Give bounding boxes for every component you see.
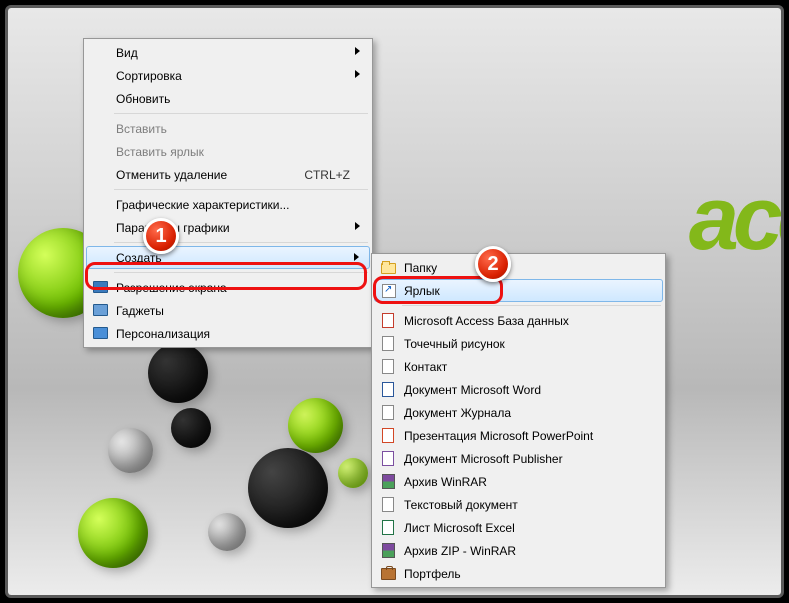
menu-label: Архив WinRAR bbox=[404, 475, 487, 489]
submenu-arrow-icon bbox=[355, 47, 360, 55]
menu-label: Документ Журнала bbox=[404, 406, 511, 420]
menu-label: Разрешение экрана bbox=[116, 281, 227, 295]
wallpaper-ball bbox=[108, 428, 153, 473]
wallpaper-ball bbox=[171, 408, 211, 448]
access-icon bbox=[380, 312, 396, 328]
menu-paste-shortcut: Вставить ярлык bbox=[86, 140, 370, 163]
wallpaper-ball bbox=[338, 458, 368, 488]
new-submenu: Папку Ярлык Microsoft Access База данных… bbox=[371, 253, 666, 588]
submenu-arrow-icon bbox=[354, 253, 359, 261]
gadgets-icon bbox=[92, 302, 108, 318]
bitmap-icon bbox=[380, 335, 396, 351]
winrar-zip-icon bbox=[380, 542, 396, 558]
new-excel-sheet[interactable]: Лист Microsoft Excel bbox=[374, 516, 663, 539]
new-contact[interactable]: Контакт bbox=[374, 355, 663, 378]
menu-label: Портфель bbox=[404, 567, 461, 581]
menu-resolution[interactable]: Разрешение экрана bbox=[86, 276, 370, 299]
step-badge-2: 2 bbox=[475, 246, 511, 282]
wallpaper-ball bbox=[208, 513, 246, 551]
step-badge-1: 1 bbox=[143, 218, 179, 254]
new-zip-archive[interactable]: Архив ZIP - WinRAR bbox=[374, 539, 663, 562]
menu-label: Точечный рисунок bbox=[404, 337, 505, 351]
new-text-document[interactable]: Текстовый документ bbox=[374, 493, 663, 516]
journal-icon bbox=[380, 404, 396, 420]
submenu-arrow-icon bbox=[355, 222, 360, 230]
menu-label: Отменить удаление bbox=[116, 168, 227, 182]
new-publisher[interactable]: Документ Microsoft Publisher bbox=[374, 447, 663, 470]
new-folder[interactable]: Папку bbox=[374, 256, 663, 279]
menu-label: Обновить bbox=[116, 92, 170, 106]
wallpaper-ball bbox=[148, 343, 208, 403]
new-word-doc[interactable]: Документ Microsoft Word bbox=[374, 378, 663, 401]
word-icon bbox=[380, 381, 396, 397]
personalize-icon bbox=[92, 325, 108, 341]
menu-label: Гаджеты bbox=[116, 304, 164, 318]
menu-label: Сортировка bbox=[116, 69, 182, 83]
menu-view[interactable]: Вид bbox=[86, 41, 370, 64]
folder-icon bbox=[380, 259, 396, 275]
menu-gadgets[interactable]: Гаджеты bbox=[86, 299, 370, 322]
wallpaper-ball bbox=[288, 398, 343, 453]
menu-label: Вставить ярлык bbox=[116, 145, 204, 159]
menu-label: Вид bbox=[116, 46, 138, 60]
acer-logo: ace bbox=[689, 168, 784, 271]
menu-new[interactable]: Создать bbox=[86, 246, 370, 269]
menu-graphics-params[interactable]: Параметры графики bbox=[86, 216, 370, 239]
publisher-icon bbox=[380, 450, 396, 466]
menu-label: Документ Microsoft Publisher bbox=[404, 452, 563, 466]
menu-label: Графические характеристики... bbox=[116, 198, 289, 212]
menu-label: Папку bbox=[404, 261, 437, 275]
excel-icon bbox=[380, 519, 396, 535]
menu-refresh[interactable]: Обновить bbox=[86, 87, 370, 110]
new-briefcase[interactable]: Портфель bbox=[374, 562, 663, 585]
monitor-icon bbox=[92, 279, 108, 295]
submenu-arrow-icon bbox=[355, 70, 360, 78]
menu-label: Контакт bbox=[404, 360, 447, 374]
new-shortcut[interactable]: Ярлык bbox=[374, 279, 663, 302]
menu-shortcut-text: CTRL+Z bbox=[304, 168, 350, 182]
menu-paste: Вставить bbox=[86, 117, 370, 140]
menu-label: Вставить bbox=[116, 122, 167, 136]
new-journal-doc[interactable]: Документ Журнала bbox=[374, 401, 663, 424]
powerpoint-icon bbox=[380, 427, 396, 443]
contact-icon bbox=[380, 358, 396, 374]
menu-separator bbox=[114, 272, 368, 273]
shortcut-icon bbox=[381, 283, 397, 299]
new-powerpoint[interactable]: Презентация Microsoft PowerPoint bbox=[374, 424, 663, 447]
menu-separator bbox=[402, 305, 661, 306]
menu-label: Ярлык bbox=[404, 284, 440, 298]
screenshot-frame: ace Вид Сортировка Обновить Вставить Вст… bbox=[5, 5, 784, 598]
wallpaper-ball bbox=[78, 498, 148, 568]
text-icon bbox=[380, 496, 396, 512]
new-access-db[interactable]: Microsoft Access База данных bbox=[374, 309, 663, 332]
new-bitmap[interactable]: Точечный рисунок bbox=[374, 332, 663, 355]
menu-undo-delete[interactable]: Отменить удаление CTRL+Z bbox=[86, 163, 370, 186]
menu-personalize[interactable]: Персонализация bbox=[86, 322, 370, 345]
menu-label: Документ Microsoft Word bbox=[404, 383, 541, 397]
menu-separator bbox=[114, 113, 368, 114]
menu-label: Персонализация bbox=[116, 327, 210, 341]
menu-separator bbox=[114, 189, 368, 190]
menu-label: Текстовый документ bbox=[404, 498, 518, 512]
new-rar-archive[interactable]: Архив WinRAR bbox=[374, 470, 663, 493]
wallpaper-ball bbox=[248, 448, 328, 528]
desktop-context-menu: Вид Сортировка Обновить Вставить Вставит… bbox=[83, 38, 373, 348]
menu-label: Архив ZIP - WinRAR bbox=[404, 544, 516, 558]
winrar-icon bbox=[380, 473, 396, 489]
menu-graphics-settings[interactable]: Графические характеристики... bbox=[86, 193, 370, 216]
menu-sort[interactable]: Сортировка bbox=[86, 64, 370, 87]
briefcase-icon bbox=[380, 565, 396, 581]
menu-label: Презентация Microsoft PowerPoint bbox=[404, 429, 593, 443]
menu-label: Microsoft Access База данных bbox=[404, 314, 569, 328]
menu-label: Лист Microsoft Excel bbox=[404, 521, 515, 535]
